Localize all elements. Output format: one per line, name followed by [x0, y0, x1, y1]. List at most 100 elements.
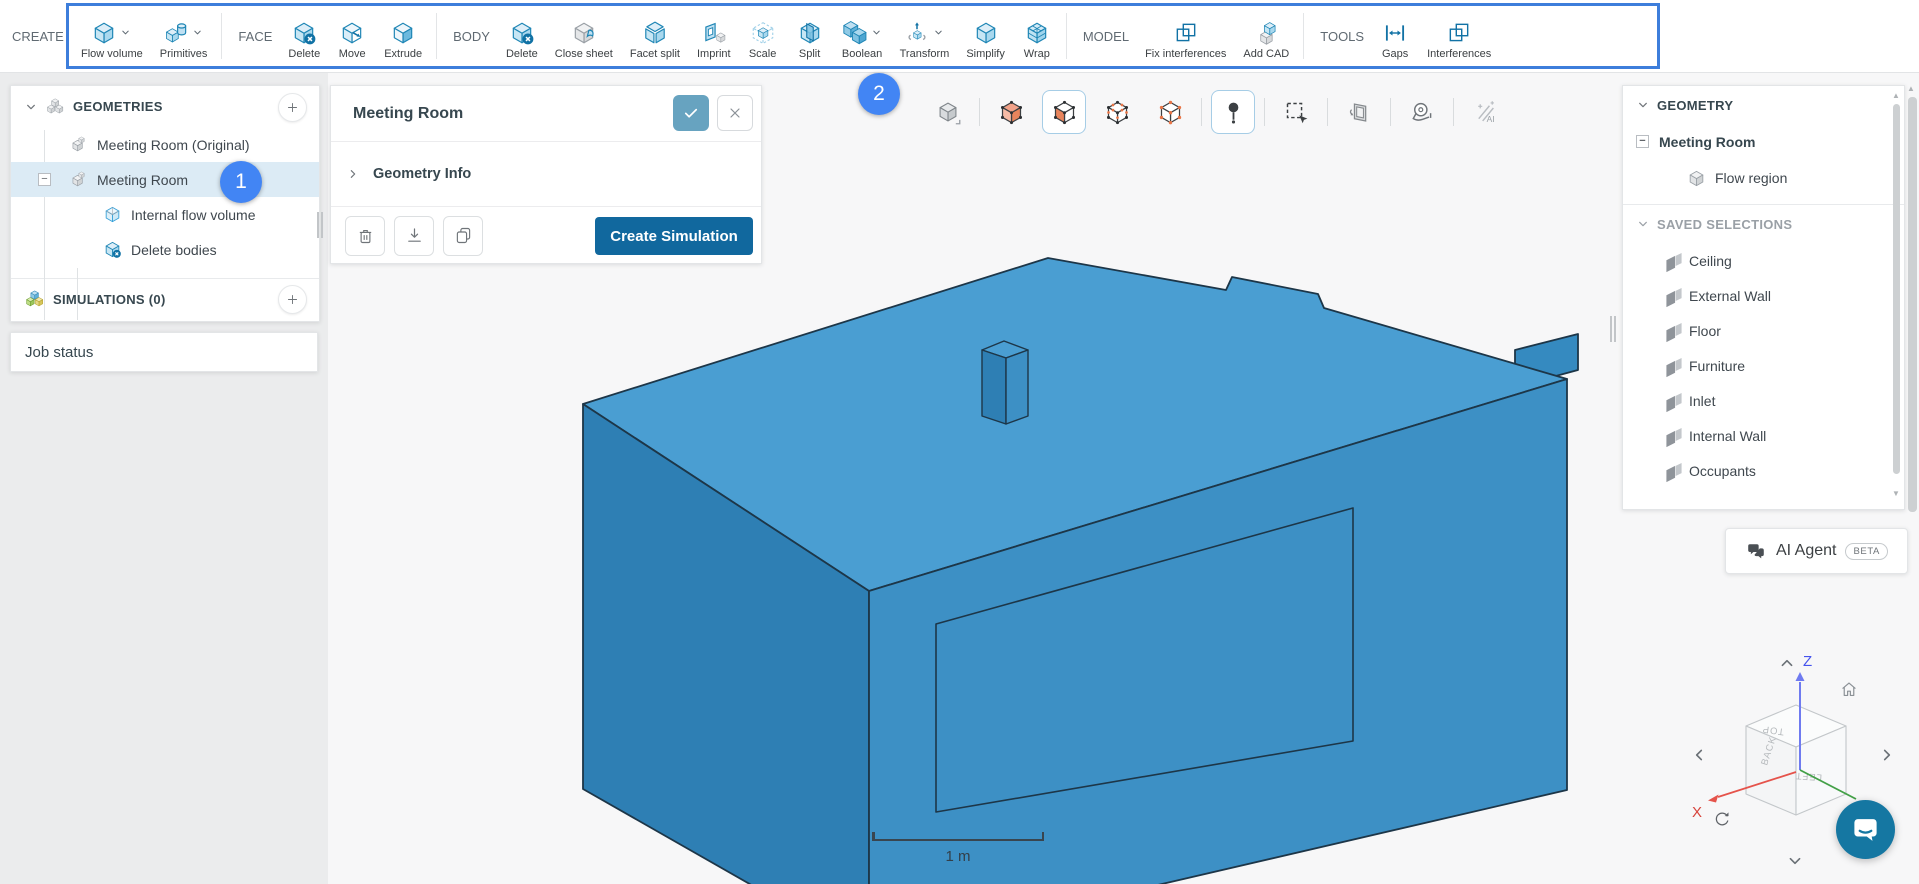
rotate-view-button[interactable]: [1715, 811, 1730, 826]
toolbar-button-body-boolean[interactable]: Boolean: [842, 18, 883, 60]
panel-scrollbar[interactable]: ▲ ▼: [1892, 92, 1900, 498]
toolbar-button-face-extrude[interactable]: Extrude: [384, 18, 422, 60]
delete-geometry-button[interactable]: [345, 215, 385, 256]
chevron-down-icon[interactable]: [191, 26, 204, 39]
gizmo-face-label-left[interactable]: LEFT: [1794, 770, 1822, 783]
chevron-down-icon[interactable]: [23, 99, 39, 115]
tool-hide-faces[interactable]: [1337, 90, 1381, 134]
tool-select-edges[interactable]: [1095, 90, 1139, 134]
selection-item-internal-wall[interactable]: Internal Wall: [1623, 418, 1904, 453]
furniture-icon: [1661, 356, 1680, 375]
ai-agent-button[interactable]: AI Agent BETA: [1725, 528, 1908, 574]
rotate-down-button[interactable]: [1789, 857, 1801, 865]
tree-item-meeting-room-original[interactable]: Meeting Room (Original): [11, 127, 319, 162]
toolbar-divider: [221, 13, 223, 59]
toolbar-divider: [1327, 98, 1328, 126]
window-scrollbar[interactable]: ▲: [1907, 85, 1917, 880]
rotate-right-button[interactable]: [1883, 749, 1891, 761]
geometry-header[interactable]: GEOMETRY: [1623, 86, 1904, 124]
toolbar-button-body-scale[interactable]: Scale: [748, 18, 778, 60]
dialog-header: Meeting Room: [331, 86, 761, 142]
toolbar-button-body-facet-split[interactable]: Facet split: [630, 18, 680, 60]
occupants-icon: [1661, 461, 1680, 480]
toolbar-button-add-cad[interactable]: Add CAD: [1243, 18, 1289, 60]
probe-point-icon: [1220, 99, 1247, 126]
x-axis-label: X: [1692, 804, 1702, 821]
panel-resize-handle[interactable]: [1610, 316, 1617, 342]
support-chat-button[interactable]: [1836, 800, 1895, 859]
toolbar-button-fix-interferences[interactable]: Fix interferences: [1145, 18, 1226, 60]
geometry-info-toggle[interactable]: Geometry Info: [331, 142, 761, 207]
toolbar-button-gaps[interactable]: Gaps: [1380, 18, 1410, 60]
toolbar-button-body-split[interactable]: Split: [795, 18, 825, 60]
toolbar-button-face-move[interactable]: Move: [337, 18, 367, 60]
duplicate-geometry-button[interactable]: [443, 215, 483, 256]
chevron-down-icon[interactable]: [870, 26, 883, 39]
toolbar-button-body-wrap[interactable]: Wrap: [1022, 18, 1052, 60]
tree-item-internal-flow-volume[interactable]: Internal flow volume: [11, 197, 319, 232]
beta-badge: BETA: [1845, 542, 1888, 560]
fix-interferences-icon: [1173, 20, 1199, 46]
chevron-down-icon[interactable]: [932, 26, 945, 39]
chevron-down-icon[interactable]: [1635, 216, 1651, 232]
add-simulation-button[interactable]: [278, 285, 307, 314]
selection-item-furniture[interactable]: Furniture: [1623, 348, 1904, 383]
saved-selections-header[interactable]: SAVED SELECTIONS: [1623, 205, 1904, 243]
tree-item-flow-region[interactable]: Flow region: [1623, 160, 1904, 196]
toolbar-button-flow-volume[interactable]: Flow volume: [81, 18, 143, 60]
meeting-room-model[interactable]: [582, 257, 1579, 884]
add-geometry-button[interactable]: [278, 93, 307, 122]
create-simulation-button[interactable]: Create Simulation: [595, 217, 753, 255]
selection-item-ceiling[interactable]: Ceiling: [1623, 243, 1904, 278]
add-cad-icon: [1253, 20, 1279, 46]
chevron-down-icon[interactable]: [119, 26, 132, 39]
home-view-button[interactable]: [1841, 682, 1857, 697]
toolbar-button-body-imprint[interactable]: Imprint: [697, 18, 731, 60]
collapse-toggle[interactable]: −: [38, 173, 51, 186]
toolbar-section-tools: TOOLS Gaps Interferences: [1318, 12, 1491, 60]
selection-item-inlet[interactable]: Inlet: [1623, 383, 1904, 418]
rotate-left-button[interactable]: [1695, 749, 1703, 761]
chevron-down-icon[interactable]: [1635, 97, 1651, 113]
tool-select-volumes[interactable]: [989, 90, 1033, 134]
selection-item-external-wall[interactable]: External Wall: [1623, 278, 1904, 313]
job-status-panel[interactable]: Job status: [10, 332, 318, 372]
check-icon: [684, 108, 698, 118]
toolbar-button-interferences[interactable]: Interferences: [1427, 18, 1491, 60]
rotate-up-button[interactable]: [1781, 659, 1793, 667]
toolbar-button-body-close-sheet[interactable]: Close sheet: [555, 18, 613, 60]
primitives-icon: [163, 20, 189, 46]
selection-item-occupants[interactable]: Occupants: [1623, 453, 1904, 488]
scroll-up-arrow[interactable]: ▲: [1907, 85, 1915, 93]
tree-item-delete-bodies[interactable]: Delete bodies: [11, 232, 319, 267]
close-sheet-icon: [571, 20, 597, 46]
simulations-header[interactable]: SIMULATIONS (0): [11, 279, 319, 319]
scroll-up-arrow[interactable]: ▲: [1892, 92, 1900, 100]
toolbar-button-body-simplify[interactable]: Simplify: [966, 18, 1005, 60]
scrollbar-thumb[interactable]: [1908, 97, 1917, 512]
select-volumes-icon: [998, 99, 1025, 126]
tool-ai-selection[interactable]: [1463, 90, 1507, 134]
toolbar-button-body-transform[interactable]: Transform: [900, 18, 949, 60]
confirm-button[interactable]: [673, 95, 709, 131]
toolbar-button-face-delete[interactable]: Delete: [288, 18, 320, 60]
collapse-toggle[interactable]: −: [1636, 135, 1649, 148]
tool-render-mode[interactable]: [926, 90, 970, 134]
tree-item-meeting-room[interactable]: − Meeting Room: [1623, 124, 1904, 160]
selection-item-floor[interactable]: Floor: [1623, 313, 1904, 348]
tool-measure[interactable]: [1400, 90, 1444, 134]
geometries-header[interactable]: GEOMETRIES: [11, 86, 319, 127]
tree-item-meeting-room[interactable]: − Meeting Room: [11, 162, 319, 197]
scrollbar-thumb[interactable]: [1893, 104, 1900, 474]
tool-select-vertices[interactable]: [1148, 90, 1192, 134]
scroll-down-arrow[interactable]: ▼: [1892, 490, 1900, 498]
panel-resize-handle[interactable]: [317, 212, 324, 238]
download-geometry-button[interactable]: [394, 215, 434, 256]
close-button[interactable]: [717, 95, 753, 131]
tool-probe-point[interactable]: [1211, 90, 1255, 134]
toolbar-button-primitives[interactable]: Primitives: [160, 18, 207, 60]
tool-select-faces[interactable]: [1042, 90, 1086, 134]
tool-box-select[interactable]: [1274, 90, 1318, 134]
toolbar-button-body-delete[interactable]: Delete: [506, 18, 538, 60]
copy-icon: [453, 225, 474, 246]
